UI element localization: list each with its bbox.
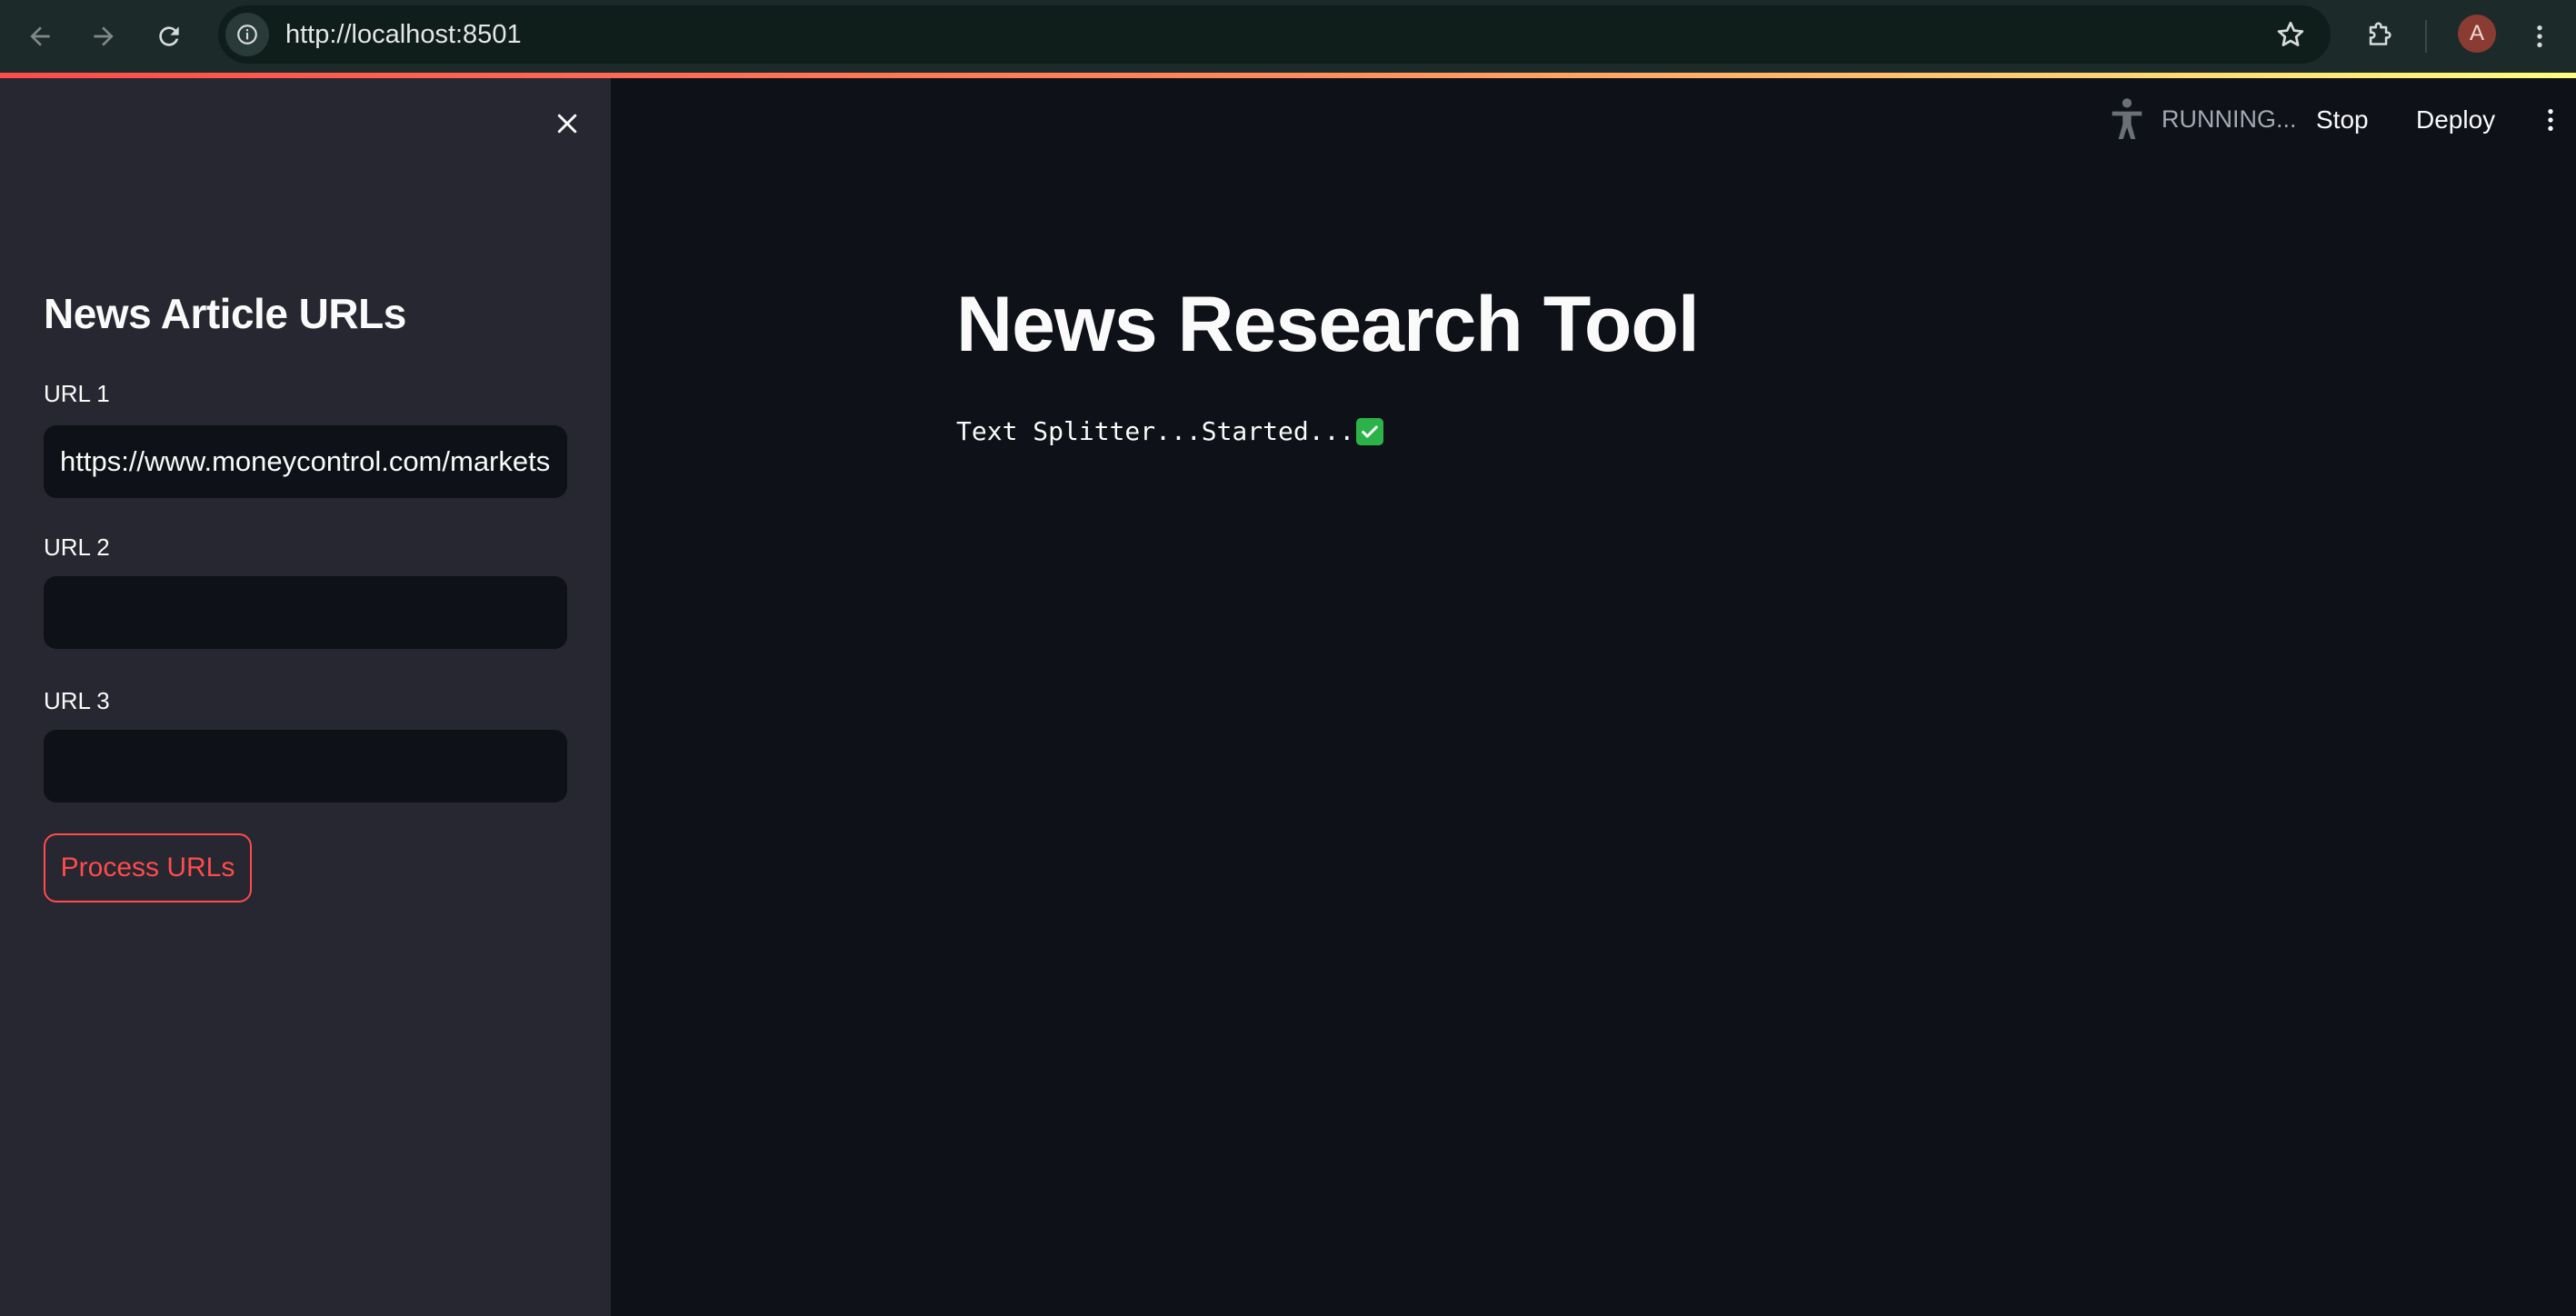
url-text[interactable]: http://localhost:8501 [285,5,522,64]
url-3-label: URL 3 [44,687,110,714]
info-icon [237,25,257,45]
forward-button[interactable] [80,13,127,60]
browser-toolbar: http://localhost:8501 A [0,0,2576,73]
url-3-input[interactable] [44,730,567,803]
sidebar-title: News Article URLs [44,290,406,337]
main-content: RUNNING... Stop Deploy News Research Too… [611,78,2576,1316]
back-button[interactable] [16,13,64,60]
arrow-right-icon [94,26,114,46]
puzzle-icon [2369,22,2391,45]
kebab-icon [2537,25,2542,47]
status-message-row: Text Splitter...Started... [956,416,1384,446]
kebab-icon [2548,109,2553,131]
person-icon [2112,98,2142,139]
url-2-label: URL 2 [44,533,110,561]
site-info-button[interactable] [225,13,269,56]
url-1-input[interactable] [44,425,567,498]
toolbar-divider [2425,20,2427,53]
stop-button[interactable]: Stop [2316,98,2369,142]
url-1-label: URL 1 [44,380,110,407]
reload-button[interactable] [145,13,193,60]
process-urls-button[interactable]: Process URLs [44,833,252,902]
deploy-button[interactable]: Deploy [2416,98,2495,142]
address-bar[interactable]: http://localhost:8501 [218,5,2331,64]
sidebar: News Article URLs URL 1 URL 2 URL 3 Proc… [0,78,611,1316]
sidebar-close-button[interactable] [545,102,589,145]
reload-icon [159,26,179,46]
browser-menu-button[interactable] [2518,13,2561,60]
profile-avatar[interactable]: A [2458,15,2496,53]
page-title: News Research Tool [956,281,1700,368]
app-menu-button[interactable] [2534,98,2567,142]
status-message: Text Splitter...Started... [956,416,1355,446]
url-2-input[interactable] [44,576,567,649]
close-icon [557,114,577,134]
running-status: RUNNING... [2162,105,2297,133]
extensions-button[interactable] [2356,13,2403,60]
star-icon[interactable] [2274,18,2307,51]
check-icon [1356,417,1384,445]
arrow-left-icon [30,26,50,46]
